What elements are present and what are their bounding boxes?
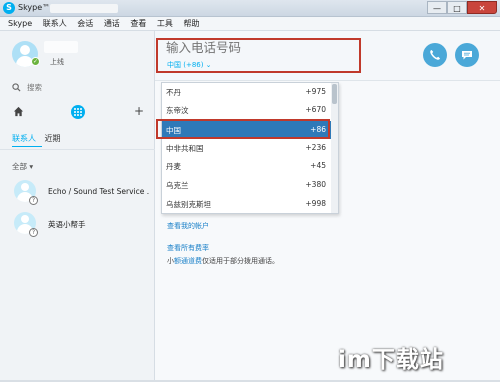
menu-conversations[interactable]: 会话 [69,17,93,31]
redacted-username [50,4,118,13]
maximize-button[interactable]: □ [447,1,467,14]
fee-note: 小额通道费仅适用于部分拨用通话。 [167,256,279,266]
chat-icon [462,51,472,60]
country-option[interactable]: 乌兹别克斯坦 +998 [162,195,332,213]
country-option[interactable]: 不丹 +975 [162,83,332,101]
view-rates-link[interactable]: 查看所有费率 [167,243,209,253]
online-status-icon: ✓ [31,57,40,66]
menu-skype[interactable]: Skype [0,17,32,31]
home-icon[interactable] [13,106,24,117]
view-account-link[interactable]: 查看我的帐户 [167,221,209,231]
tab-contacts[interactable]: 联系人 [12,134,36,143]
phone-icon [430,50,440,60]
country-name: 不丹 [166,88,181,97]
country-option[interactable]: 乌克兰 +380 [162,176,332,194]
fee-note-prefix: 小 [167,257,174,265]
country-name: 丹麦 [166,162,181,171]
country-dropdown[interactable]: 不丹 +975 东帝汶 +670 中国 +86 中非共和国 +236 丹麦 +4… [161,82,339,214]
search-icon [12,83,21,92]
country-name: 乌克兰 [166,181,189,190]
fee-link[interactable]: 额通道费 [174,257,202,265]
unknown-status-icon: ? [29,196,38,205]
menu-bar: Skype 联系人 会话 通话 查看 工具 帮助 [0,17,500,31]
search-bar[interactable] [12,83,152,93]
sidebar: ✓ 上线 + 联系人 近期 全部 ▾ ? Echo / Sound Test S… [0,31,155,382]
country-code: +975 [305,87,326,96]
site-watermark: im下载站 [338,347,444,373]
country-option[interactable]: 东帝汶 +670 [162,101,332,119]
contact-name: Echo / Sound Test Service . [48,187,150,196]
menu-help[interactable]: 帮助 [175,17,199,31]
menu-view[interactable]: 查看 [122,17,146,31]
scrollbar-thumb[interactable] [332,84,337,104]
contact-name: 英语小帮手 [48,220,86,229]
country-code: +670 [305,105,326,114]
redacted-profile-name [44,41,78,53]
call-button[interactable] [423,43,447,67]
dialpad-button[interactable] [71,105,85,119]
menu-call[interactable]: 通话 [96,17,120,31]
message-button[interactable] [455,43,479,67]
contact-item[interactable]: ? Echo / Sound Test Service . [0,179,155,209]
skype-logo-icon: S [3,2,15,14]
status-label[interactable]: 上线 [50,57,64,67]
highlight-box-china [156,119,330,139]
window-title: Skype™ [18,3,51,12]
contact-group-filter[interactable]: 全部 ▾ [12,161,33,172]
title-bar: S Skype™ — □ ✕ [0,0,500,17]
sidebar-tabs: 联系人 近期 [12,133,61,144]
sidebar-nav: + [0,104,155,119]
divider [0,149,155,150]
add-contact-button[interactable]: + [134,104,144,118]
search-input[interactable] [27,83,137,92]
menu-contacts[interactable]: 联系人 [35,17,67,31]
highlight-box-phone-field [156,38,361,73]
country-name: 东帝汶 [166,106,189,115]
contact-item[interactable]: ? 英语小帮手 [0,211,155,241]
country-code: +998 [305,199,326,208]
minimize-button[interactable]: — [427,1,447,14]
country-name: 中非共和国 [166,144,204,153]
tab-recent[interactable]: 近期 [45,134,61,143]
dropdown-scrollbar[interactable] [331,83,338,213]
country-option[interactable]: 丹麦 +45 [162,157,332,175]
country-name: 乌兹别克斯坦 [166,200,211,209]
close-button[interactable]: ✕ [467,1,497,14]
country-code: +45 [310,161,326,170]
menu-tools[interactable]: 工具 [149,17,173,31]
fee-note-suffix: 仅适用于部分拨用通话。 [202,257,279,265]
country-option[interactable]: 中非共和国 +236 [162,139,332,157]
active-tab-indicator [12,146,42,147]
unknown-status-icon: ? [29,228,38,237]
country-code: +380 [305,180,326,189]
country-code: +236 [305,143,326,152]
